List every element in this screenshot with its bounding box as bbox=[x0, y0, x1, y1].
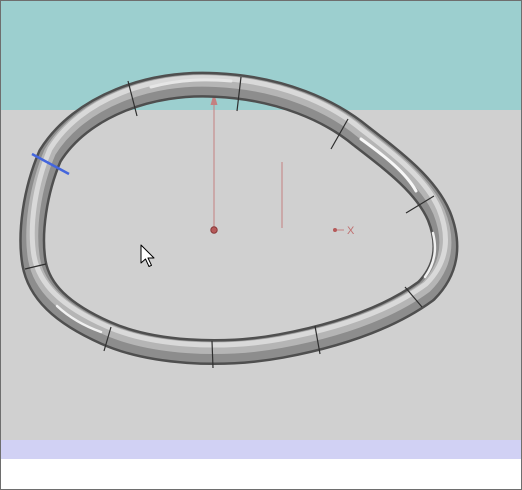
3d-viewport[interactable]: X bbox=[1, 1, 521, 459]
origin-point[interactable] bbox=[210, 226, 218, 234]
x-axis-label: X bbox=[347, 225, 355, 237]
x-axis-marker bbox=[333, 228, 337, 232]
status-band bbox=[1, 440, 521, 459]
app-window: X bbox=[0, 0, 522, 490]
scene-svg[interactable]: X bbox=[1, 1, 521, 459]
bottom-blank-area bbox=[1, 459, 521, 489]
